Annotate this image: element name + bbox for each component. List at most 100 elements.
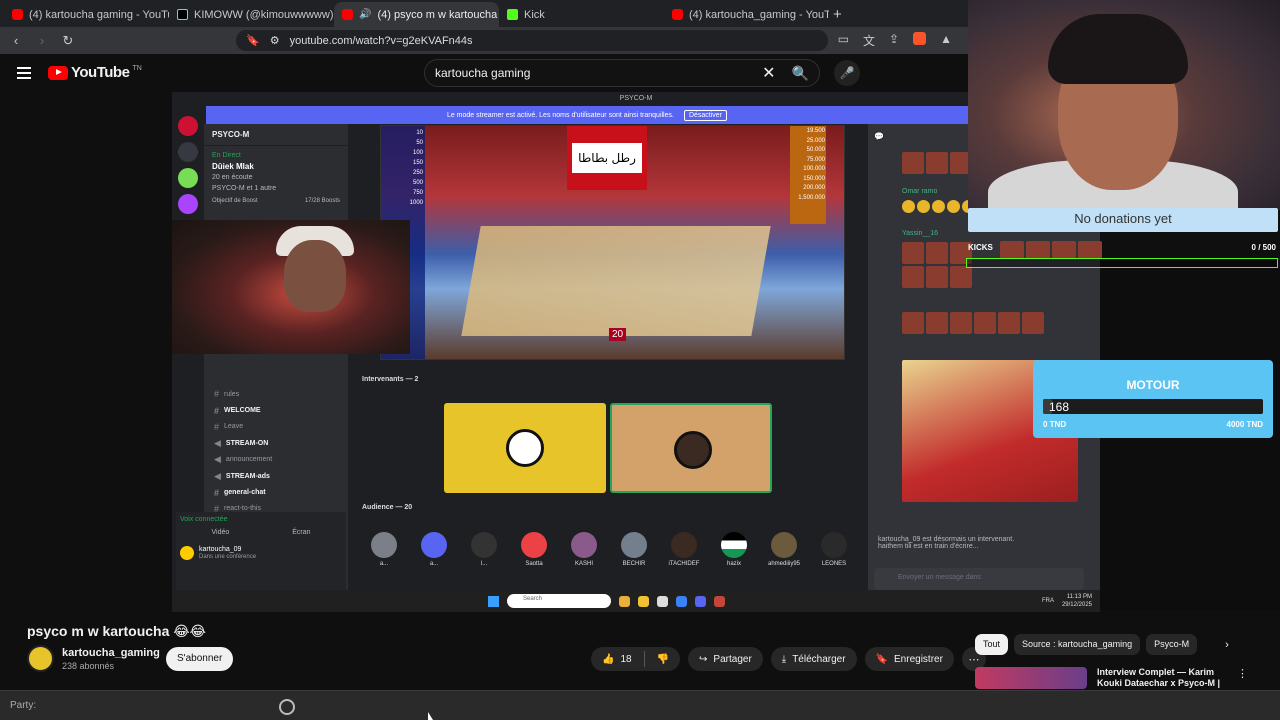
tv-card-text: رطل بطاطا: [572, 143, 642, 173]
clock-date: 29/12/2025: [1061, 602, 1092, 608]
shared-tv-show: 10 50 100 150 250 500 750 1000 رطل بطاطا…: [380, 125, 845, 360]
chevron-right-icon[interactable]: ›: [1225, 639, 1229, 651]
share-icon[interactable]: ⇪: [889, 32, 899, 49]
bookmark-icon: 🔖: [875, 653, 889, 665]
rewards-icon[interactable]: ▲: [940, 32, 952, 49]
chip-source[interactable]: Source : kartoucha_gaming: [1014, 634, 1141, 655]
channel-item: ◀ STREAM-ON: [204, 435, 348, 451]
related-video-title[interactable]: Interview Complet — Karim Kouki Dataecha…: [1097, 667, 1227, 689]
kebab-menu-icon[interactable]: ⋮: [1237, 667, 1248, 689]
save-label: Enregistrer: [894, 653, 943, 665]
live-name: Dûiek Mlak: [212, 162, 254, 171]
clock-time: 11:13 PM: [1066, 594, 1092, 600]
channel-item: # general-chat: [204, 484, 348, 500]
chip-psyco-m[interactable]: Psyco-M: [1146, 634, 1198, 655]
donations-widget: No donations yet: [968, 208, 1278, 232]
tv-podium-number: 20: [609, 328, 627, 341]
search-icon[interactable]: 🔍: [792, 65, 809, 82]
audience-name: a...: [429, 561, 439, 567]
party-swirl-icon[interactable]: [279, 699, 295, 715]
flag-avatar: [721, 532, 747, 558]
discord-title-bar: PSYCO-M: [172, 92, 1100, 106]
bookmark-icon[interactable]: 🔖: [246, 34, 260, 47]
goal-max: 4000 TND: [1226, 420, 1263, 429]
chrome-icon: [619, 595, 630, 607]
live-stage-card: En Direct Dûiek Mlak 20 en écoute PSYCO-…: [212, 150, 340, 194]
search-input[interactable]: kartoucha gaming: [435, 66, 762, 80]
kicks-goal-widget: KICKS 0 / 500: [966, 243, 1278, 258]
kicks-progress-bar: [966, 258, 1278, 268]
channel-name: STREAM-ads: [225, 472, 270, 480]
translate-icon[interactable]: 文: [863, 32, 875, 49]
price-item: 10: [416, 130, 423, 136]
brave-shield-icon[interactable]: [913, 32, 927, 45]
channel-info: kartoucha_gaming 238 abonnés: [27, 645, 160, 672]
browser-tab[interactable]: (4) kartoucha_gaming - YouTube: [664, 2, 829, 27]
subscribe-button[interactable]: S'abonner: [166, 647, 234, 671]
youtube-logo[interactable]: YouTube TN: [48, 64, 142, 81]
browser-tab-active[interactable]: 🔊 (4) psyco m w kartoucha 😂😂 ✕: [334, 2, 499, 27]
browser-tab[interactable]: (4) kartoucha gaming - YouTube: [4, 2, 169, 27]
audience-member: LEONES: [818, 532, 850, 567]
menu-icon[interactable]: [17, 67, 31, 79]
related-video[interactable]: Interview Complet — Karim Kouki Dataecha…: [975, 667, 1275, 689]
price-item: 25.000: [806, 137, 825, 144]
address-bar[interactable]: 🔖 ⚙ youtube.com/watch?v=g2eKVAFn44s: [236, 30, 828, 51]
system-message-text: kartoucha_09 est désormais un intervenan…: [878, 536, 1015, 543]
logo-wordmark: YouTube: [71, 64, 130, 81]
chat-username: Yassin__16: [902, 230, 939, 237]
share-label: Partager: [713, 653, 752, 665]
save-button[interactable]: 🔖 Enregistrer: [864, 647, 954, 671]
browser-toolbar: ‹ › ↻ 🔖 ⚙ youtube.com/watch?v=g2eKVAFn44…: [0, 27, 968, 54]
new-tab-icon[interactable]: +: [833, 6, 842, 23]
download-button[interactable]: ⤓ Télécharger: [770, 647, 857, 671]
site-info-icon[interactable]: ⚙: [270, 34, 280, 47]
channel-avatar[interactable]: [27, 645, 54, 672]
tv-price-list-right: 19.500 25.000 50.000 75.000 100.000 150.…: [790, 126, 826, 224]
divider: [643, 651, 645, 667]
forward-icon[interactable]: ›: [34, 33, 50, 48]
share-icon: ↪: [699, 653, 708, 665]
live-others: PSYCO-M et 1 autre: [212, 185, 277, 192]
audio-playing-icon[interactable]: 🔊: [359, 9, 371, 20]
youtube-favicon-icon: [342, 9, 353, 20]
browser-tab[interactable]: Kick: [499, 2, 664, 27]
audience-name: l...: [480, 561, 488, 567]
youtube-favicon-icon: [12, 9, 23, 20]
guest-webcam: [172, 220, 410, 354]
url-text[interactable]: youtube.com/watch?v=g2eKVAFn44s: [290, 35, 473, 47]
video-thumbnail[interactable]: [975, 667, 1087, 689]
country-code: TN: [132, 65, 142, 72]
like-count[interactable]: 18: [620, 654, 631, 665]
chip-all[interactable]: Tout: [975, 634, 1009, 655]
discord-icon: [695, 595, 706, 607]
price-item: 150: [412, 160, 423, 166]
username: kartoucha_09: [199, 546, 242, 553]
dislike-icon[interactable]: 👎: [657, 654, 669, 665]
typing-indicator: haithem tili est en train d'écrire...: [878, 543, 979, 550]
cast-icon[interactable]: ▭: [838, 32, 849, 49]
avatar: [471, 532, 497, 558]
browser-tab[interactable]: KIMOWW (@kimouwwwww) | TikTok: [169, 2, 334, 27]
like-icon[interactable]: 👍: [602, 654, 614, 665]
search-bar[interactable]: kartoucha gaming ✕ 🔍: [424, 59, 820, 87]
price-item: 1000: [409, 200, 423, 206]
kicks-goal: / 500: [1258, 243, 1276, 252]
kicks-label: KICKS: [968, 243, 993, 252]
clear-search-icon[interactable]: ✕: [762, 63, 775, 83]
price-item: 200.000: [803, 185, 825, 191]
chat-message-input: Envoyer un message dans: [874, 568, 1084, 590]
reload-icon[interactable]: ↻: [60, 33, 76, 49]
video-player[interactable]: PSYCO-M Le mode streamer est activé. Les…: [172, 92, 1100, 612]
audience-member: a...: [368, 532, 400, 567]
share-button[interactable]: ↪ Partager: [688, 647, 763, 671]
voice-search-icon[interactable]: 🎤: [834, 60, 860, 86]
channel-item: # Leave: [204, 419, 348, 435]
price-item: 1.500.000: [798, 194, 825, 201]
avatar: [671, 532, 697, 558]
audience-heading: Audience — 20: [362, 504, 413, 511]
back-icon[interactable]: ‹: [8, 33, 24, 48]
price-item: 750: [412, 190, 423, 196]
megaphone-icon: ◀: [214, 470, 221, 481]
channel-name[interactable]: kartoucha_gaming: [62, 647, 160, 659]
